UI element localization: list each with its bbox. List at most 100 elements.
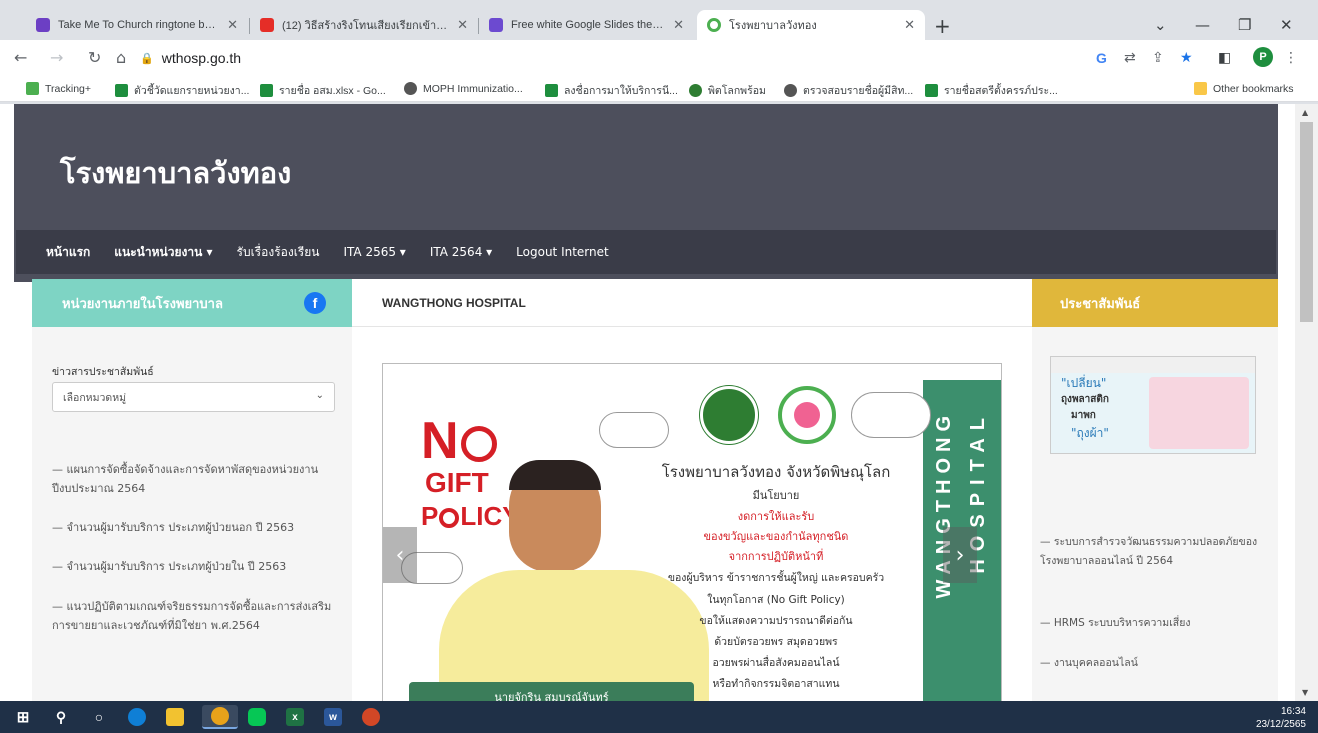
banner-line: ขอให้แสดงความปรารถนาดีต่อกัน: [699, 615, 853, 627]
side-panel-icon[interactable]: ◧: [1218, 50, 1231, 66]
bookmark-label: พิตโลกพร้อม: [708, 85, 766, 97]
windows-taskbar: ⊞ ⚲ ○ x w 16:34 23/12/2565: [0, 701, 1318, 733]
other-bookmarks-label: Other bookmarks: [1213, 82, 1294, 95]
lock-icon[interactable]: 🔒: [140, 52, 154, 65]
bookmark-item[interactable]: MOPH Immunizatio...: [404, 82, 523, 95]
bookmark-star-icon[interactable]: ★: [1180, 50, 1193, 66]
tab-ringtone[interactable]: Take Me To Church ringtone by M ✕: [26, 10, 248, 40]
slides-icon: [489, 18, 503, 32]
carousel-prev-button[interactable]: ‹: [383, 527, 417, 583]
carousel-next-button[interactable]: ›: [943, 527, 977, 583]
minimize-button[interactable]: —: [1195, 16, 1210, 34]
share-icon[interactable]: ⇪: [1152, 50, 1164, 66]
left-sidebar: หน่วยงานภายในโรงพยาบาล f ข่าวสารประชาสัม…: [32, 279, 352, 701]
url-text: wthosp.go.th: [161, 50, 242, 66]
system-clock[interactable]: 16:34 23/12/2565: [1256, 705, 1306, 731]
left-link-ethics-guideline[interactable]: — แนวปฏิบัติตามเกณฑ์จริยธรรมการจัดซื้อแล…: [52, 597, 332, 635]
site-icon: [689, 84, 702, 97]
banner-line: ด้วยบัตรอวยพร สมุดอวยพร: [714, 636, 838, 648]
tab-title: Free white Google Slides themes: [511, 19, 666, 31]
plastic-bag-campaign-banner[interactable]: "เปลี่ยน" ถุงพลาสติก มาพก "ถุงผ้า": [1050, 356, 1256, 454]
sheets-icon: [260, 84, 273, 97]
close-window-button[interactable]: ✕: [1280, 16, 1293, 34]
hospital-logo: [778, 386, 836, 444]
left-link-outpatients[interactable]: — จำนวนผู้มารับบริการ ประเภทผู้ป่วยนอก ป…: [52, 518, 332, 537]
clock-time: 16:34: [1280, 706, 1306, 717]
bookmark-item[interactable]: ลงชื่อการมาให้บริการนี...: [545, 82, 678, 99]
close-icon[interactable]: ✕: [904, 17, 915, 33]
page-scrollbar[interactable]: ▲ ▼: [1295, 104, 1318, 701]
translate-icon[interactable]: ⇄: [1124, 50, 1136, 66]
bookmark-label: ตรวจสอบรายชื่อผู้มีสิท...: [803, 85, 914, 97]
menu-complaints[interactable]: รับเรื่องร้องเรียน: [237, 243, 320, 262]
tab-youtube[interactable]: (12) วิธีสร้างริงโทนเสียงเรียกเข้า (Ring…: [250, 10, 478, 40]
menu-logout-internet[interactable]: Logout Internet: [516, 245, 609, 259]
bookmark-label: รายชื่อ อสม.xlsx - Go...: [279, 85, 386, 97]
facebook-icon[interactable]: f: [304, 292, 326, 314]
menu-home[interactable]: หน้าแรก: [46, 243, 90, 262]
scroll-thumb[interactable]: [1300, 122, 1313, 322]
menu-about[interactable]: แนะนำหน่วยงาน ▾: [114, 243, 212, 262]
powerpoint-icon[interactable]: [362, 708, 380, 726]
banner-line: ในทุกโอกาส (No Gift Policy): [707, 594, 845, 606]
moph-logo: [700, 386, 758, 444]
bookmark-item[interactable]: Tracking+: [26, 82, 91, 95]
left-link-inpatients[interactable]: — จำนวนผู้มารับบริการ ประเภทผู้ป่วยใน ปี…: [52, 557, 332, 576]
tab-slides[interactable]: Free white Google Slides themes ✕: [479, 10, 694, 40]
chrome-taskbar-button[interactable]: [202, 705, 238, 729]
menu-ita-2564[interactable]: ITA 2564 ▾: [430, 245, 492, 259]
site-title[interactable]: โรงพยาบาลวังทอง: [60, 150, 291, 196]
word-icon[interactable]: w: [324, 708, 342, 726]
close-icon[interactable]: ✕: [457, 17, 468, 33]
new-tab-button[interactable]: +: [934, 14, 951, 38]
menu-ita-2565[interactable]: ITA 2565 ▾: [343, 245, 405, 259]
web-page: โรงพยาบาลวังทอง หน้าแรก แนะนำหน่วยงาน ▾ …: [0, 104, 1295, 701]
main-content: WANGTHONG HOSPITAL WANGTHONG HOSPITAL N …: [352, 279, 1032, 701]
other-bookmarks[interactable]: Other bookmarks: [1194, 82, 1294, 95]
address-bar[interactable]: 🔒 wthosp.go.th: [140, 45, 1080, 71]
no-gift-policy-banner[interactable]: WANGTHONG HOSPITAL N GIFT P LICY โรงพยาบ…: [382, 363, 1002, 701]
forward-icon[interactable]: →: [50, 48, 63, 67]
search-icon[interactable]: ⚲: [52, 708, 70, 726]
left-sidebar-title[interactable]: หน่วยงานภายในโรงพยาบาล: [62, 293, 223, 314]
maximize-button[interactable]: ❐: [1238, 16, 1251, 34]
bookmark-label: ลงชื่อการมาให้บริการนี...: [564, 85, 678, 97]
sheets-icon: [545, 84, 558, 97]
banner-line: จากการปฏิบัติหน้าที่: [728, 550, 824, 563]
reload-icon[interactable]: ↻: [88, 48, 101, 67]
close-icon[interactable]: ✕: [673, 17, 684, 33]
right-link-safety-survey[interactable]: — ระบบการสำรวจวัฒนธรรมความปลอดภัยของโรงพ…: [1040, 533, 1260, 571]
google-icon[interactable]: G: [1096, 50, 1107, 66]
tab-hospital[interactable]: โรงพยาบาลวังทอง ✕: [697, 10, 925, 40]
bookmark-favicon-icon: [26, 82, 39, 95]
left-link-procurement-plan[interactable]: — แผนการจัดซื้อจัดจ้างและการจัดหาพัสดุขอ…: [52, 460, 332, 498]
edge-icon[interactable]: [128, 708, 146, 726]
category-select[interactable]: เลือกหมวดหมู่ ⌄: [52, 382, 335, 412]
menu-icon[interactable]: ⋮: [1284, 50, 1298, 66]
windows-start-icon[interactable]: ⊞: [14, 708, 32, 726]
bookmark-label: รายชื่อสตรีตั้งครรภ์ประ...: [944, 85, 1058, 97]
bookmark-item[interactable]: ตรวจสอบรายชื่อผู้มีสิท...: [784, 82, 913, 99]
scroll-up-icon[interactable]: ▲: [1302, 108, 1308, 117]
excel-icon[interactable]: x: [286, 708, 304, 726]
main-menu: หน้าแรก แนะนำหน่วยงาน ▾ รับเรื่องร้องเรี…: [16, 230, 1276, 274]
task-view-icon[interactable]: ○: [90, 708, 108, 726]
bookmark-item[interactable]: รายชื่อ อสม.xlsx - Go...: [260, 82, 386, 99]
hospital-favicon-icon: [707, 18, 721, 32]
profile-avatar[interactable]: P: [1253, 47, 1273, 67]
right-link-hrms[interactable]: — HRMS ระบบบริหารความเสี่ยง: [1040, 614, 1260, 633]
bookmark-item[interactable]: ตัวชี้วัดแยกรายหน่วยงา...: [115, 82, 249, 99]
home-icon[interactable]: ⌂: [116, 48, 126, 67]
tab-search-icon[interactable]: ⌄: [1154, 16, 1167, 34]
right-sidebar-title[interactable]: ประชาสัมพันธ์: [1032, 279, 1278, 327]
banner-line: งดการให้และรับ: [737, 510, 815, 523]
right-link-personnel[interactable]: — งานบุคคลออนไลน์: [1040, 654, 1260, 673]
bookmark-item[interactable]: รายชื่อสตรีตั้งครรภ์ประ...: [925, 82, 1058, 99]
scroll-down-icon[interactable]: ▼: [1302, 688, 1308, 697]
browser-chrome: Take Me To Church ringtone by M ✕ (12) ว…: [0, 0, 1318, 104]
file-explorer-icon[interactable]: [166, 708, 184, 726]
line-app-icon[interactable]: [248, 708, 266, 726]
close-icon[interactable]: ✕: [227, 17, 238, 33]
bookmark-item[interactable]: พิตโลกพร้อม: [689, 82, 766, 99]
back-icon[interactable]: ←: [14, 48, 27, 67]
